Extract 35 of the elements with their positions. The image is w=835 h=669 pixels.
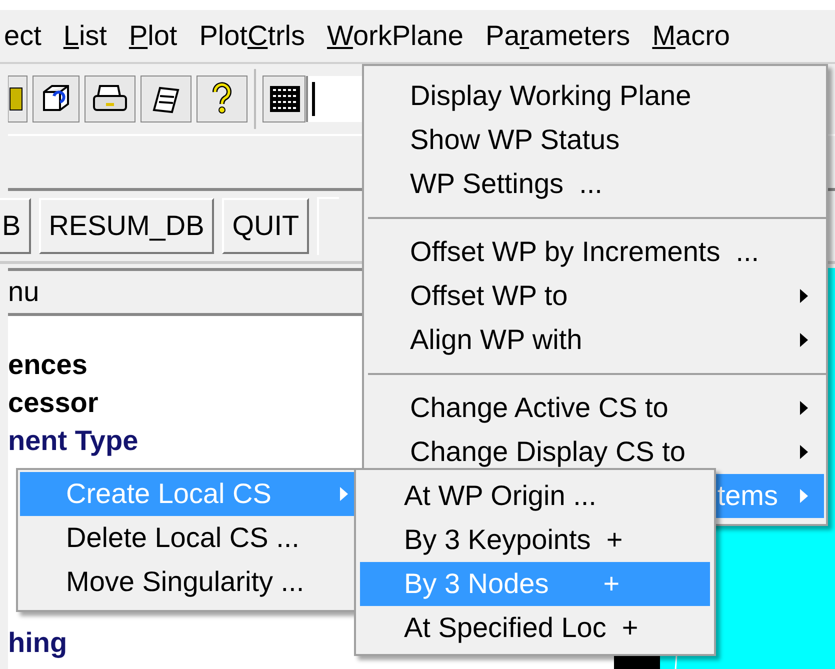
menu-bar-item[interactable]: List <box>63 20 107 52</box>
toolbar-button[interactable]: B <box>0 198 31 254</box>
toolbar-button[interactable]: RESUM_DB <box>38 198 214 254</box>
menu-item[interactable]: Align WP with <box>366 318 824 362</box>
notes-icon[interactable] <box>140 74 192 124</box>
submenu-arrow-icon <box>800 401 808 415</box>
submenu-arrow-icon <box>340 487 348 501</box>
menu-item[interactable]: Display Working Plane <box>366 74 824 118</box>
submenu-arrow-icon <box>800 333 808 347</box>
menu-item[interactable]: Offset WP to <box>366 274 824 318</box>
menu-item[interactable]: Move Singularity ... <box>20 560 358 604</box>
printer-icon[interactable] <box>84 74 136 124</box>
menu-bar-item[interactable]: WorkPlane <box>327 20 464 52</box>
submenu-arrow-icon <box>800 289 808 303</box>
menu-bar-item[interactable]: PlotCtrls <box>199 20 306 52</box>
menu-item[interactable]: At WP Origin ... <box>360 474 710 518</box>
menu-item[interactable]: At Specified Loc + <box>360 606 710 650</box>
help-icon[interactable] <box>196 74 248 124</box>
menu-item[interactable]: By 3 Keypoints + <box>360 518 710 562</box>
cube-icon[interactable] <box>32 74 80 124</box>
menu-bar-item[interactable]: Parameters <box>485 20 630 52</box>
submenu-arrow-icon <box>800 445 808 459</box>
menu-item[interactable]: WP Settings ... <box>366 162 824 206</box>
menu-bar-item[interactable]: ect <box>4 20 42 52</box>
panel-title: nu <box>8 276 40 308</box>
menu-item[interactable]: Change Active CS to <box>366 386 824 430</box>
submenu-arrow-icon <box>800 489 808 503</box>
keyboard-icon[interactable] <box>262 74 306 124</box>
menu-item[interactable]: Show WP Status <box>366 118 824 162</box>
menu-bar-item[interactable]: Macro <box>652 20 730 52</box>
toolbar-button[interactable]: QUIT <box>222 198 310 254</box>
menu-item[interactable]: Offset WP by Increments ... <box>366 230 824 274</box>
menu-bar-item[interactable]: Plot <box>128 20 178 52</box>
menu-item[interactable]: Delete Local CS ... <box>20 516 358 560</box>
menu-item[interactable]: Change Display CS to <box>366 430 824 474</box>
